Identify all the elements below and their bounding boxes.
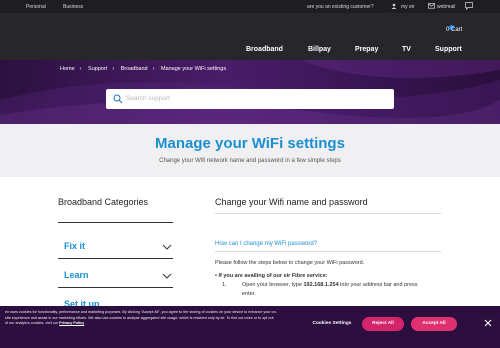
reject-all-button[interactable]: Reject All xyxy=(362,317,404,331)
search-box[interactable]: Search support xyxy=(106,89,394,109)
existing-customer-link[interactable]: are you an existing customer? xyxy=(307,4,374,10)
breadcrumb-current: Manage your WiFi settings xyxy=(160,66,227,72)
accept-all-button[interactable]: Accept All xyxy=(411,317,457,331)
chevron-down-icon[interactable] xyxy=(162,244,172,250)
my-eir-link[interactable]: my eir xyxy=(401,4,415,10)
page-title: Manage your WiFi settings xyxy=(155,135,345,152)
search-icon xyxy=(113,94,123,104)
sidebar-title: Broadband Categories xyxy=(58,197,149,207)
cookie-text: eir uses cookies for functionality, perf… xyxy=(5,310,277,327)
step-post: into your address bar and press xyxy=(338,282,418,288)
sidebar-item-learn[interactable]: Learn xyxy=(64,270,89,280)
personal-link[interactable]: Personal xyxy=(26,4,46,10)
chevron-down-icon[interactable] xyxy=(162,273,172,279)
cart-label: Cart xyxy=(451,27,463,33)
breadcrumb-separator-icon: › xyxy=(152,66,155,72)
cookie-message: eir uses cookies for functionality, perf… xyxy=(5,310,277,326)
divider xyxy=(215,213,441,214)
breadcrumb-separator-icon: › xyxy=(79,66,82,72)
divider xyxy=(215,251,441,252)
divider xyxy=(58,222,173,223)
nav-billpay[interactable]: Billpay xyxy=(308,46,331,53)
divider xyxy=(58,258,173,259)
breadcrumb-broadband[interactable]: Broadband xyxy=(121,66,148,72)
privacy-policy-link[interactable]: Privacy Policy xyxy=(59,321,84,325)
intro-text: Please follow the steps below to change … xyxy=(215,260,365,266)
chat-icon[interactable] xyxy=(465,2,473,10)
nav-support[interactable]: Support xyxy=(435,46,462,53)
breadcrumb: Home › Support › Broadband › Manage your Wi… xyxy=(60,66,231,72)
bullet-item: • If you are availing of our eir Fibre s… xyxy=(215,273,328,279)
nav-tv[interactable]: TV xyxy=(402,46,411,53)
router-ip: 192.168.1.254 xyxy=(303,282,339,288)
divider xyxy=(58,287,173,288)
hero-banner: Home › Support › Broadband › Manage your Wi… xyxy=(0,60,500,124)
title-band: Manage your WiFi settings Change your Wi… xyxy=(0,124,500,177)
webmail-link[interactable]: webmail xyxy=(437,4,455,10)
page: Personal Business are you an existing cu… xyxy=(0,0,500,348)
user-icon xyxy=(391,3,397,9)
main-title: Change your Wifi name and password xyxy=(215,197,368,207)
breadcrumb-separator-icon: › xyxy=(112,66,115,72)
step-text-continued: enter. xyxy=(242,291,256,297)
step-text: Open your browser, type 192.168.1.254 in… xyxy=(242,282,418,288)
faq-link[interactable]: How can I change my WiFi password? xyxy=(215,241,317,247)
cart-link[interactable]: 0 Cart xyxy=(446,27,462,33)
step-pre: Open your browser, type xyxy=(242,282,304,288)
business-link[interactable]: Business xyxy=(63,4,83,10)
mail-icon xyxy=(428,3,435,9)
bullet-text: If you are availing of our eir Fibre ser… xyxy=(218,273,328,279)
cookies-settings-button[interactable]: Cookies Settings xyxy=(304,317,360,331)
step-number: 1. xyxy=(222,282,227,288)
search-input[interactable]: Search support xyxy=(126,95,170,102)
close-icon[interactable] xyxy=(484,319,492,327)
breadcrumb-home[interactable]: Home xyxy=(60,66,75,72)
main-header: Broadband Billpay Prepay TV Support 0 Ca… xyxy=(0,13,500,60)
breadcrumb-support[interactable]: Support xyxy=(88,66,107,72)
sidebar-item-fix-it[interactable]: Fix it xyxy=(64,241,85,251)
nav-prepay[interactable]: Prepay xyxy=(355,46,378,53)
utility-bar: Personal Business are you an existing cu… xyxy=(0,0,500,13)
nav-broadband[interactable]: Broadband xyxy=(246,46,283,53)
cart-count: 0 xyxy=(446,27,450,33)
page-subtitle: Change your Wifi network name and passwo… xyxy=(159,158,341,164)
